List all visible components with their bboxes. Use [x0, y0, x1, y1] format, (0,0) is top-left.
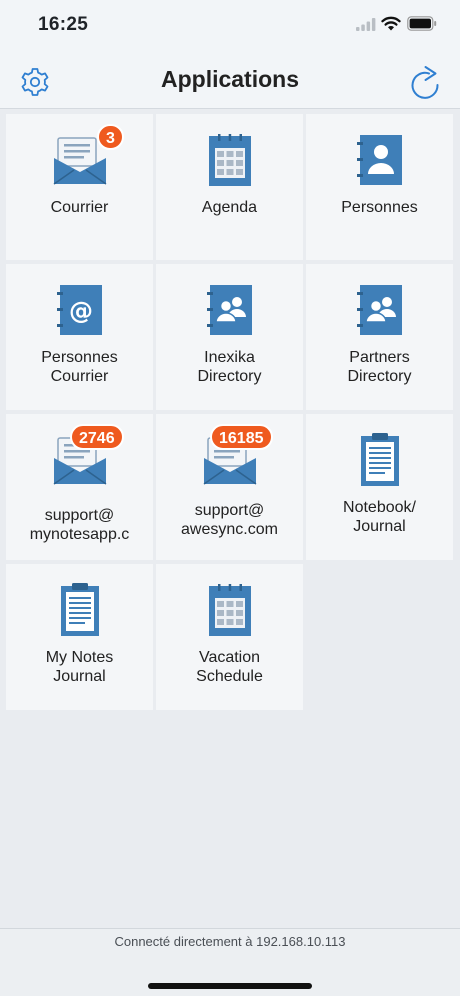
- app-tile-support-awesync[interactable]: 16185 support@ awesync.com: [156, 414, 303, 560]
- refresh-icon: [411, 66, 439, 99]
- unread-count-badge: 3: [97, 124, 124, 150]
- unread-count-badge: 16185: [210, 424, 273, 450]
- status-bar: 16:25: [0, 0, 460, 54]
- notebook-icon: [360, 433, 399, 486]
- footer: Connecté directement à 192.168.10.113: [0, 928, 460, 996]
- app-tile-courrier[interactable]: 3 Courrier: [6, 114, 153, 260]
- directory-icon: [356, 285, 402, 335]
- page-title: Applications: [160, 66, 299, 92]
- app-tile-personnes[interactable]: Personnes: [306, 114, 453, 260]
- app-label: Personnes: [341, 199, 418, 216]
- app-screen: 16:25 Applications 3 Courrier Agenda Per…: [0, 0, 460, 996]
- contact-book-icon: [356, 135, 402, 185]
- app-label: support@ mynotesapp.c: [29, 507, 130, 543]
- directory-icon: [206, 285, 252, 335]
- app-label: Vacation Schedule: [196, 649, 263, 685]
- app-label: Notebook/ Journal: [343, 499, 416, 535]
- navigation-bar: Applications: [0, 54, 460, 109]
- refresh-button[interactable]: [406, 62, 444, 102]
- notebook-icon: [60, 583, 99, 636]
- home-indicator[interactable]: [148, 983, 312, 989]
- app-label: Courrier: [50, 199, 109, 216]
- app-tile-vacation-schedule[interactable]: Vacation Schedule: [156, 564, 303, 710]
- unread-count-badge: 2746: [70, 424, 124, 450]
- app-label: My Notes Journal: [45, 649, 114, 685]
- app-tile-notebook-journal[interactable]: Notebook/ Journal: [306, 414, 453, 560]
- calendar-icon: [208, 584, 251, 636]
- app-label: Agenda: [201, 199, 258, 216]
- cellular-signal-icon: [356, 18, 376, 31]
- app-label: Personnes Courrier: [41, 349, 118, 385]
- battery-icon: [407, 16, 437, 31]
- status-time: 16:25: [38, 14, 89, 35]
- app-label: Partners Directory: [347, 349, 412, 385]
- svg-text:@: @: [69, 297, 93, 325]
- app-tile-agenda[interactable]: Agenda: [156, 114, 303, 260]
- app-label: Inexika Directory: [197, 349, 262, 385]
- app-tile-personnes-courrier[interactable]: @ Personnes Courrier: [6, 264, 153, 410]
- wifi-icon: [381, 16, 401, 31]
- app-tile-inexika-directory[interactable]: Inexika Directory: [156, 264, 303, 410]
- email-contacts-icon: @: [56, 285, 102, 335]
- connection-status: Connecté directement à 192.168.10.113: [114, 934, 346, 949]
- calendar-icon: [208, 134, 251, 186]
- app-tile-partners-directory[interactable]: Partners Directory: [306, 264, 453, 410]
- app-tile-my-notes-journal[interactable]: My Notes Journal: [6, 564, 153, 710]
- app-label: support@ awesync.com: [181, 502, 278, 538]
- app-tile-support-mynotesapp[interactable]: 2746 support@ mynotesapp.c: [6, 414, 153, 560]
